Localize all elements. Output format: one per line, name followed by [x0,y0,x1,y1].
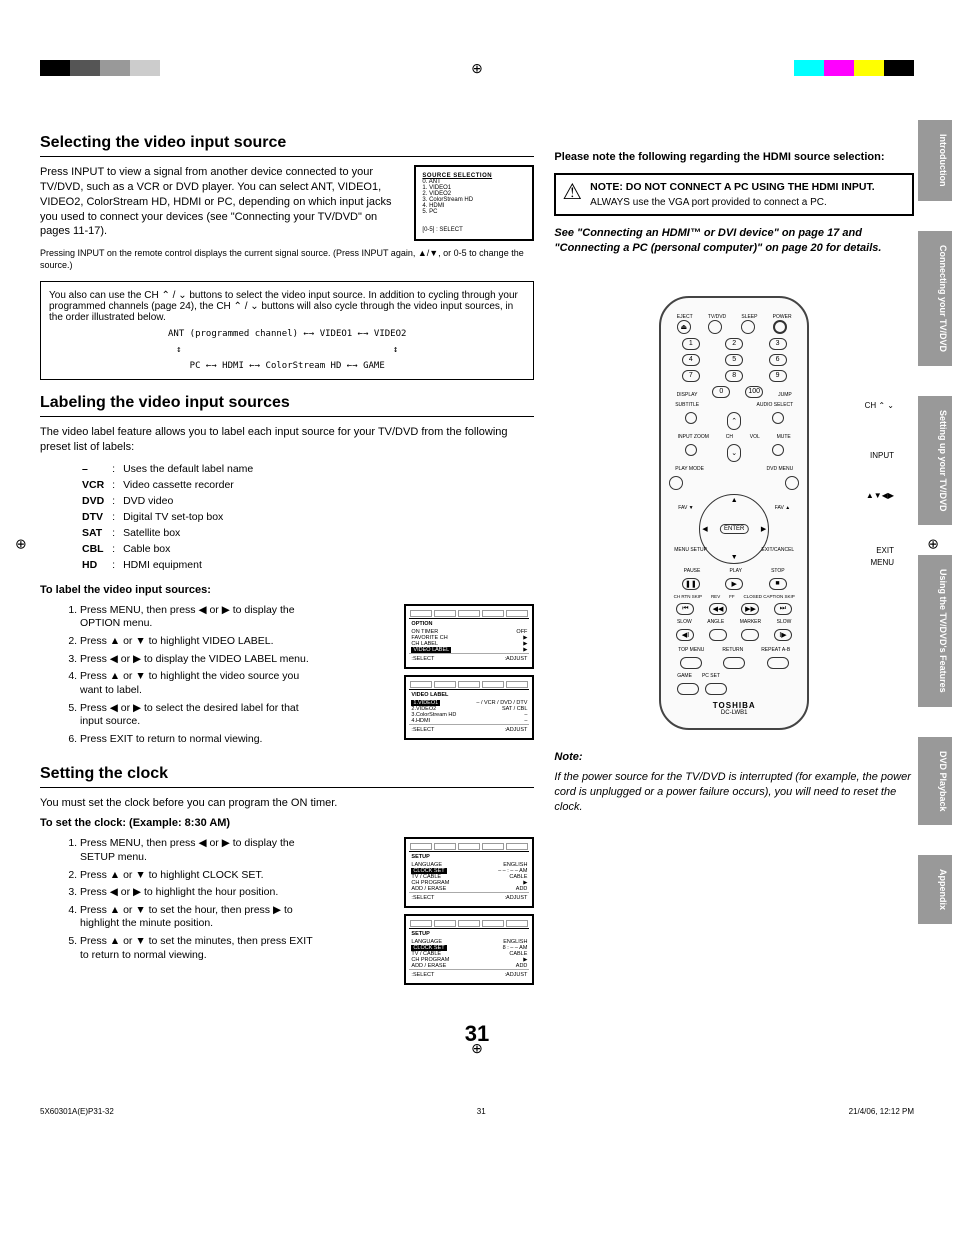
registration-mark-icon: ⊕ [471,1040,483,1057]
tab-dvd-playback: DVD Playback [918,737,952,826]
label-definitions-table: –:Uses the default label name VCR:Video … [80,461,261,575]
grayscale-registration-bar [40,60,160,76]
figure-caption: Pressing INPUT on the remote control dis… [40,247,534,271]
warning-triangle-icon: ⚠ [562,181,582,203]
registration-mark-icon: ⊕ [471,60,483,77]
section-heading: Labeling the video input sources [40,394,534,417]
note-heading: Note: [554,750,914,765]
option-menu-screenshot: OPTION ON TIMEROFF FAVORITE CH▶ CH LABEL… [404,604,534,669]
info-box: You also can use the CH ⌃ / ⌄ buttons to… [40,281,534,380]
warning-box: ⚠ NOTE: DO NOT CONNECT A PC USING THE HD… [554,173,914,216]
print-footer: 5X60301A(E)P31-32 31 21/4/06, 12:12 PM [0,1107,954,1116]
instruction-list: Press MENU, then press ◀ or ▶ to display… [80,604,315,747]
video-label-menu-screenshot: VIDEO LABEL 1.VIDEO1– / VCR / DVD / DTV … [404,675,534,740]
tab-using-features: Using the TV/DVD's Features [918,555,952,707]
remote-callout-exit: EXIT [876,546,894,555]
sub-heading: To label the video input sources: [40,583,534,598]
remote-callout-arrows: ▲▼◀▶ [866,491,894,500]
section-heading: Selecting the video input source [40,134,534,157]
note-body: If the power source for the TV/DVD is in… [554,770,914,815]
chapter-tabs: Introduction Connecting your TV/DVD Sett… [918,120,952,924]
section-heading: Setting the clock [40,765,534,788]
cross-reference: See "Connecting an HDMI™ or DVI device" … [554,226,914,256]
remote-callout-menu: MENU [870,558,894,567]
remote-callout-input: INPUT [870,451,894,460]
setup-menu-screenshot: SETUP LANGUAGEENGLISH CLOCK SET– – : – –… [404,837,534,908]
tab-connecting: Connecting your TV/DVD [918,231,952,366]
sub-heading: To set the clock: (Example: 8:30 AM) [40,816,534,831]
registration-mark-icon: ⊕ [15,535,27,552]
source-selection-menu: SOURCE SELECTION 0. ANT 1. VIDEO1 2. VID… [414,165,534,241]
tab-setting-up: Setting up your TV/DVD [918,396,952,526]
color-registration-bar [794,60,914,76]
instruction-list: Press MENU, then press ◀ or ▶ to display… [80,837,315,962]
remote-callout-ch: CH ⌃ ⌄ [865,401,894,410]
body-text: You must set the clock before you can pr… [40,796,534,811]
setup-menu-screenshot-2: SETUP LANGUAGEENGLISH CLOCK SET8 : – – A… [404,914,534,985]
body-text: The video label feature allows you to la… [40,425,534,455]
body-text: Please note the following regarding the … [554,150,914,165]
tab-introduction: Introduction [918,120,952,201]
remote-control-illustration: EJECT⏏ TV/DVD SLEEP POWER 123 456 789 DI… [659,296,809,730]
tab-appendix: Appendix [918,855,952,924]
